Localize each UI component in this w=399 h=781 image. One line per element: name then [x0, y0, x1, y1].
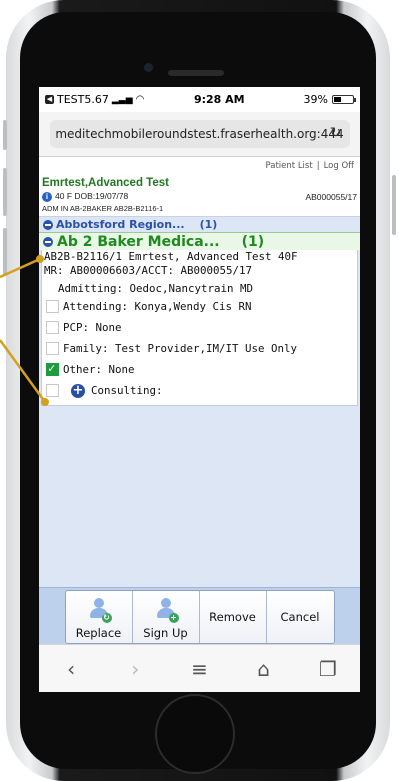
signup-user-icon: + — [153, 597, 179, 623]
patient-account: AB000055/17 — [305, 191, 357, 202]
provider-row-attending[interactable]: Attending: Konya,Wendy Cis RN — [42, 296, 357, 317]
top-links: Patient List | Log Off — [39, 157, 360, 175]
link-separator: | — [316, 161, 320, 171]
provider-row-family[interactable]: Family: Test Provider,IM/IT Use Only — [42, 338, 357, 359]
provider-label: PCP: None — [63, 321, 122, 334]
provider-row-other[interactable]: Other: None — [42, 359, 357, 380]
reload-icon[interactable]: ↻ — [330, 125, 342, 141]
url-text: meditechmobileroundstest.fraserhealth.or… — [55, 127, 344, 141]
provider-checkbox[interactable] — [46, 300, 59, 313]
replace-user-icon: ↻ — [86, 597, 112, 623]
sign-up-button[interactable]: + Sign Up — [132, 591, 200, 643]
provider-label: Attending: Konya,Wendy Cis RN — [63, 300, 252, 313]
provider-label: Family: Test Provider,IM/IT Use Only — [63, 342, 298, 355]
plus-circle-icon[interactable]: + — [71, 383, 85, 398]
clock: 9:28 AM — [193, 93, 245, 106]
admitting-provider: Admitting: Oedoc,Nancytrain MD — [58, 282, 254, 295]
log-off-link[interactable]: Log Off — [324, 161, 354, 171]
provider-label: Other: None — [63, 363, 135, 376]
region-count: (1) — [199, 218, 218, 231]
home-icon[interactable]: ⌂ — [249, 657, 279, 681]
action-button-group: ↻ Replace + Sign Up Remove Cancel — [64, 590, 335, 644]
mute-switch — [3, 120, 7, 150]
screen: ◀ TEST5.67 ▂▃▅ ◠ 9:28 AM 39% meditechmob… — [39, 87, 360, 692]
unit-label: Ab 2 Baker Medica... — [57, 233, 220, 250]
remove-button[interactable]: Remove — [199, 591, 267, 643]
provider-row-pcp[interactable]: PCP: None — [42, 317, 357, 338]
minus-circle-icon[interactable] — [43, 219, 53, 230]
home-button[interactable] — [155, 694, 235, 774]
tabs-icon[interactable]: ❐ — [313, 657, 343, 681]
replace-button[interactable]: ↻ Replace — [65, 591, 133, 643]
info-icon[interactable]: i — [42, 192, 52, 202]
address-bar[interactable]: meditechmobileroundstest.fraserhealth.or… — [49, 120, 350, 148]
signal-icon: ▂▃▅ — [111, 94, 133, 105]
card-line-bed: AB2B-B2116/1 Emrtest, Advanced Test 40F — [44, 250, 298, 263]
unit-count: (1) — [241, 233, 265, 250]
carrier-label: TEST5.67 — [57, 93, 109, 106]
provider-checkbox[interactable] — [46, 321, 59, 334]
patient-demographics: 40 F DOB:19/07/78 — [55, 191, 129, 201]
region-label: Abbotsford Region... — [56, 218, 185, 231]
region-group-header[interactable]: Abbotsford Region... (1) — [39, 217, 360, 232]
patient-card: AB2B-B2116/1 Emrtest, Advanced Test 40F … — [41, 250, 358, 406]
forward-arrow-icon[interactable]: › — [120, 657, 150, 681]
volume-up-button — [3, 168, 7, 216]
back-icon[interactable]: ◀ — [45, 95, 54, 104]
provider-checkbox[interactable] — [46, 342, 59, 355]
volume-down-button — [3, 228, 7, 276]
front-camera — [144, 63, 153, 72]
provider-row-consulting[interactable]: + Consulting: — [42, 380, 357, 401]
status-bar: ◀ TEST5.67 ▂▃▅ ◠ 9:28 AM 39% — [39, 87, 360, 112]
provider-checkbox[interactable] — [46, 384, 59, 397]
battery-percent: 39% — [303, 93, 328, 106]
patient-name[interactable]: Emrtest,Advanced Test — [42, 177, 357, 189]
menu-icon[interactable]: ≡ — [184, 657, 214, 681]
action-bar: ↻ Replace + Sign Up Remove Cancel — [39, 587, 360, 646]
back-arrow-icon[interactable]: ‹ — [56, 657, 86, 681]
patient-header: Emrtest,Advanced Test i 40 F DOB:19/07/78… — [39, 175, 360, 217]
battery-fill — [334, 97, 341, 102]
remove-label: Remove — [209, 610, 256, 624]
provider-checkbox-checked[interactable] — [46, 361, 59, 376]
patient-list-link[interactable]: Patient List — [266, 161, 313, 171]
replace-label: Replace — [75, 626, 122, 640]
browser-toolbar: ‹ › ≡ ⌂ ❐ — [39, 644, 360, 692]
power-button — [392, 175, 396, 235]
sign-up-label: Sign Up — [143, 626, 188, 640]
unit-group-header[interactable]: Ab 2 Baker Medica... (1) — [39, 232, 360, 250]
card-line-mr: MR: AB00006603/ACCT: AB000055/17 — [44, 264, 253, 277]
cancel-label: Cancel — [280, 610, 320, 624]
earpiece-speaker — [168, 70, 224, 76]
cancel-button[interactable]: Cancel — [266, 591, 334, 643]
battery-icon — [332, 95, 356, 104]
admission-info: ADM IN AB-2BAKER AB2B-B2116-1 — [42, 204, 164, 213]
address-bar-container: meditechmobileroundstest.fraserhealth.or… — [39, 112, 360, 157]
consulting-label: Consulting: — [91, 384, 163, 397]
minus-circle-icon[interactable] — [43, 236, 53, 247]
